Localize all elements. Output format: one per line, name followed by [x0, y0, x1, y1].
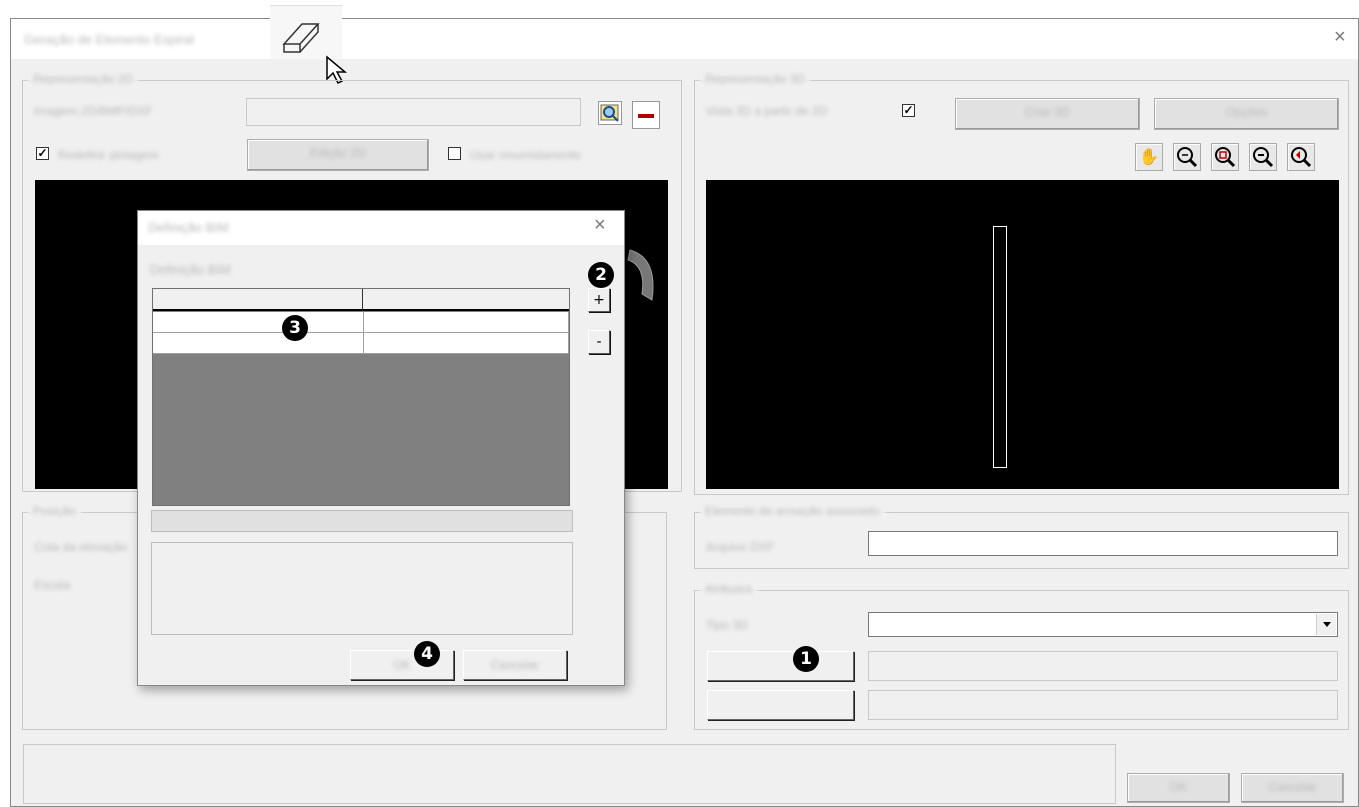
table-cell[interactable] — [153, 312, 364, 333]
dialog-cancel-label: Cancelar — [490, 658, 540, 672]
view3d-label: Vista 3D a partir de 2D — [706, 104, 828, 118]
group-3d-legend: Representação 3D — [700, 72, 811, 86]
redefine-checkbox[interactable]: ✓ — [36, 147, 49, 160]
scale-label: Escala — [34, 578, 71, 592]
dialog-close-icon[interactable]: × — [594, 214, 606, 237]
image-label: Imagem 2D/BMP/DXF — [34, 104, 153, 118]
annotation-badge-3: 3 — [282, 315, 308, 341]
dialog-ok-label: OK — [393, 658, 411, 672]
dialog-status-field — [151, 510, 573, 532]
type3d-select[interactable] — [868, 612, 1338, 637]
title-bar — [11, 19, 1358, 59]
close-icon[interactable]: × — [1334, 26, 1346, 49]
dxf-input[interactable] — [868, 531, 1338, 556]
elevation-label: Cota da elevação — [34, 540, 128, 554]
attribute-button-1[interactable] — [707, 651, 854, 681]
table-cell[interactable] — [153, 333, 364, 354]
eraser-block-icon — [282, 23, 320, 53]
annotation-badge-2: 2 — [588, 262, 614, 288]
image-path-field[interactable] — [246, 98, 581, 126]
attribute-button-2[interactable] — [707, 690, 854, 720]
remove-image-button[interactable] — [632, 101, 660, 129]
dialog-subtitle: Definição BIM — [150, 262, 231, 277]
cancel-label: Cancelar — [1268, 780, 1317, 794]
add-row-button[interactable]: + — [588, 288, 610, 312]
table-header-col2[interactable] — [363, 289, 569, 311]
group-2d-legend: Representação 2D — [28, 72, 139, 86]
zoom-window-icon[interactable] — [1211, 143, 1239, 171]
zoom-fit-icon[interactable] — [1173, 143, 1201, 171]
summary-checkbox[interactable] — [448, 147, 461, 160]
zoom-out-icon[interactable] — [1249, 143, 1277, 171]
dialog-title: Definição BIM — [148, 220, 229, 235]
zoom-previous-icon[interactable] — [1287, 143, 1315, 171]
dxf-label: Arquivo DXF — [706, 540, 775, 554]
view3d-checkbox[interactable]: ✓ — [902, 104, 915, 117]
options-button[interactable]: Opções — [1154, 98, 1339, 130]
table-cell[interactable] — [364, 333, 569, 354]
attribute-field-1[interactable] — [868, 651, 1338, 681]
create-3d-button[interactable]: Criar 3D — [955, 98, 1140, 130]
spiral-preview-shape — [627, 249, 654, 301]
minus-icon — [638, 114, 654, 118]
create-3d-label: Criar 3D — [1025, 105, 1070, 119]
window-title: Geração de Elemento Espiral — [24, 32, 194, 47]
ok-button[interactable]: OK — [1127, 773, 1230, 803]
remove-row-button[interactable]: - — [588, 330, 610, 354]
attribute-field-2[interactable] — [868, 690, 1338, 720]
chevron-down-icon[interactable] — [1316, 614, 1336, 635]
drag-tool-tile[interactable] — [270, 5, 342, 59]
ok-label: OK — [1169, 780, 1188, 794]
edit-2d-label: Edição 2D — [310, 146, 366, 160]
dialog-cancel-button[interactable]: Cancelar — [463, 650, 567, 680]
options-label: Opções — [1225, 105, 1268, 119]
search-image-icon — [600, 104, 619, 122]
annotation-badge-1: 1 — [793, 646, 819, 672]
hand-icon[interactable]: ✋ — [1135, 143, 1163, 171]
summary-label: Usar resumidamente — [470, 148, 582, 162]
table-cell[interactable] — [364, 312, 569, 333]
type3d-label: Tipo 3D — [706, 618, 748, 632]
group-file-legend: Elemento de armação associado — [700, 504, 885, 518]
cancel-button[interactable]: Cancelar — [1241, 773, 1344, 803]
dialog-description-area[interactable] — [151, 542, 573, 635]
annotation-badge-4: 4 — [414, 641, 440, 667]
element-3d-outline — [993, 226, 1007, 468]
edit-2d-button[interactable]: Edição 2D — [247, 139, 429, 171]
browse-image-button[interactable] — [598, 101, 622, 125]
status-panel — [23, 744, 1116, 804]
table-header-col1[interactable] — [153, 289, 363, 311]
group-attributes-legend: Atributos — [700, 582, 758, 596]
viewport-3d[interactable] — [706, 180, 1339, 489]
group-position-legend: Posição — [28, 504, 81, 518]
redefine-label: Redefinir plotagem — [58, 148, 159, 162]
